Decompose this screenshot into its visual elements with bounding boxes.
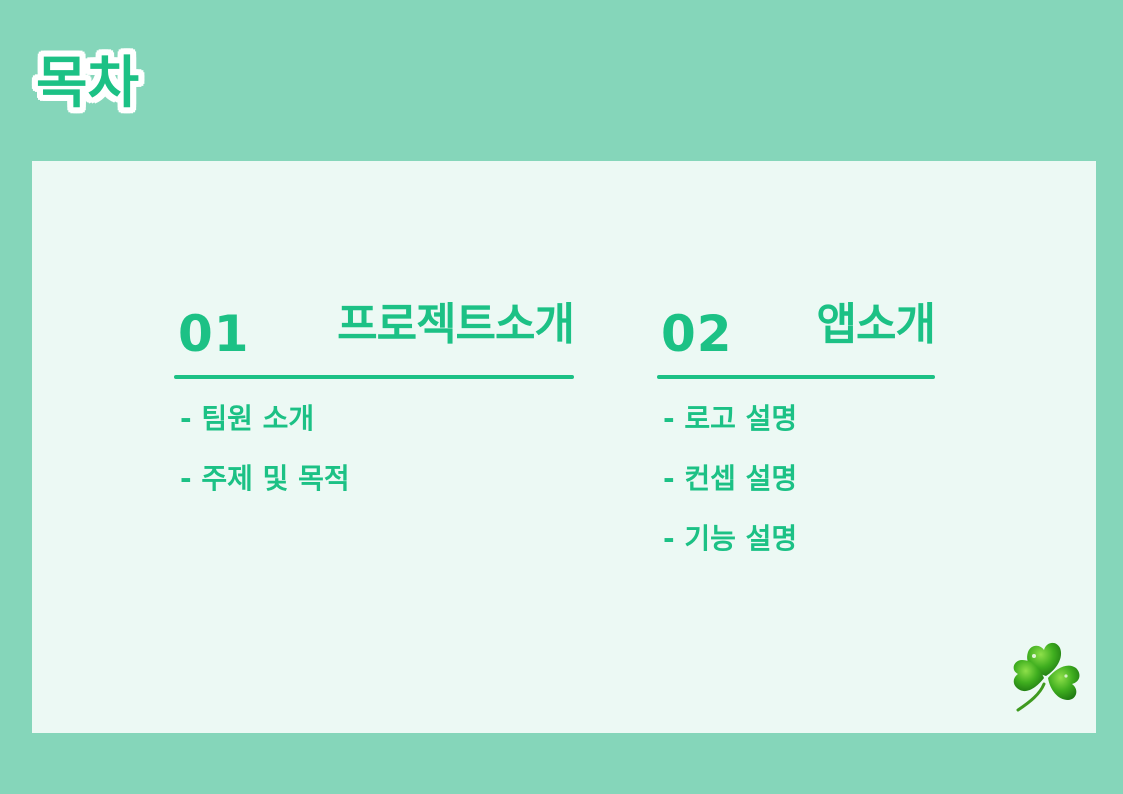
list-item-topic-purpose: - 주제 및 목적 bbox=[180, 462, 350, 495]
section-item-list: - 팀원 소개 - 주제 및 목적 bbox=[174, 405, 574, 525]
section-title: 프로젝트소개 bbox=[337, 299, 575, 350]
clover-icon bbox=[1013, 642, 1080, 712]
section-app-intro: 02 앱소개 - 로고 설명 - 컨셉 설명 - 기능 설명 bbox=[657, 299, 936, 585]
list-item-feature-desc: - 기능 설명 bbox=[663, 522, 798, 555]
list-item-team-intro: - 팀원 소개 bbox=[180, 402, 315, 435]
section-number: 01 bbox=[178, 305, 250, 363]
section-divider bbox=[657, 375, 935, 379]
list-item-logo-desc: - 로고 설명 bbox=[663, 402, 798, 435]
list-item-concept-desc: - 컨셉 설명 bbox=[663, 462, 798, 495]
section-header: 01 프로젝트소개 bbox=[174, 299, 575, 373]
section-number: 02 bbox=[661, 305, 733, 363]
content-panel: 01 프로젝트소개 - 팀원 소개 - 주제 및 목적 02 앱소개 - 로고 … bbox=[32, 161, 1096, 733]
section-project-intro: 01 프로젝트소개 - 팀원 소개 - 주제 및 목적 bbox=[174, 299, 575, 525]
section-header: 02 앱소개 bbox=[657, 299, 936, 373]
section-title: 앱소개 bbox=[816, 299, 936, 350]
page-title: 목차 bbox=[36, 51, 140, 116]
section-divider bbox=[174, 375, 574, 379]
section-item-list: - 로고 설명 - 컨셉 설명 - 기능 설명 bbox=[657, 405, 935, 585]
